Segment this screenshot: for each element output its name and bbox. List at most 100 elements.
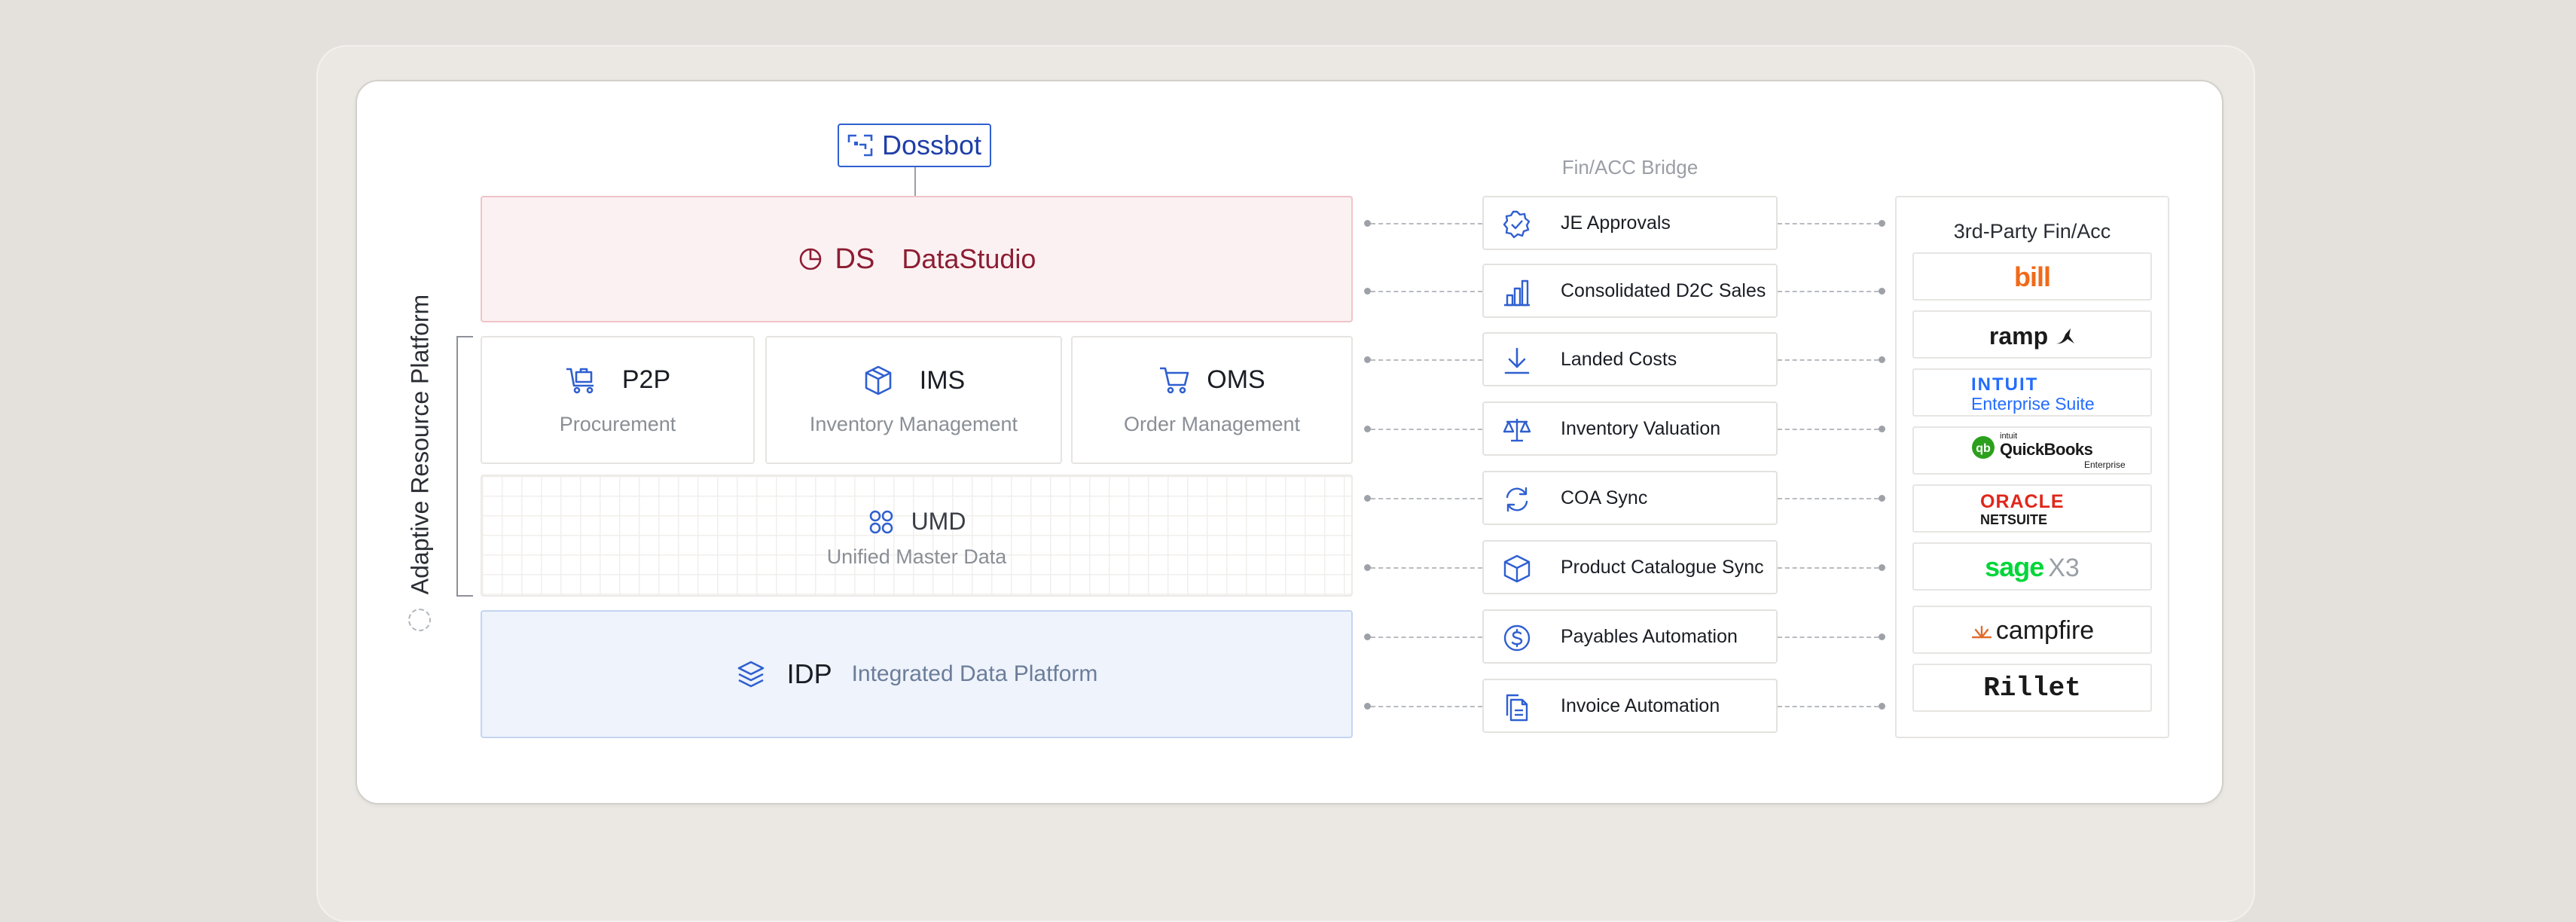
connector-line — [1371, 291, 1482, 292]
vendor-logo-subtext: Enterprise — [2084, 459, 2126, 470]
connector-dot — [1879, 288, 1885, 295]
connector-dot — [1364, 564, 1371, 571]
connector-dot — [1364, 220, 1371, 227]
bridge-item[interactable]: Consolidated D2C Sales — [1482, 264, 1778, 318]
connector-line — [1371, 223, 1482, 224]
connector-line — [1778, 637, 1879, 638]
download-arrow-icon — [1502, 346, 1532, 376]
module-name: Inventory Management — [809, 413, 1018, 435]
bridge-item-label: Payables Automation — [1561, 625, 1738, 647]
connector-dot — [1364, 356, 1371, 363]
connector-dot — [1879, 426, 1885, 432]
datastudio-box[interactable]: DS DataStudio — [481, 196, 1353, 322]
dossbot-icon — [847, 133, 873, 157]
connector-dot — [1879, 633, 1885, 640]
vendor-logo-suffix: X3 — [2048, 554, 2080, 582]
module-abbr: IMS — [919, 365, 966, 395]
bar-chart-icon — [1502, 277, 1532, 307]
vendor-logo-subtext: NETSUITE — [1980, 512, 2048, 527]
vendor-logo-text: INTUIT — [1971, 374, 2039, 395]
connector-line — [1371, 498, 1482, 499]
bridge-item-label: COA Sync — [1561, 487, 1648, 508]
bridge-item[interactable]: JE Approvals — [1482, 196, 1778, 250]
datastudio-name: DataStudio — [902, 243, 1036, 274]
bridge-item[interactable]: COA Sync — [1482, 471, 1778, 525]
connector-dot — [1364, 495, 1371, 502]
vendor-logo-text: sage — [1985, 551, 2044, 582]
vendor-quickbooks[interactable]: qb intuit QuickBooks Enterprise — [1912, 426, 2152, 475]
vendor-oracle-netsuite[interactable]: ORACLE NETSUITE — [1912, 484, 2152, 533]
vendor-bill[interactable]: bill — [1912, 252, 2152, 301]
bridge-item-label: Inventory Valuation — [1561, 417, 1721, 439]
connector-line — [1778, 567, 1879, 569]
connector-line — [1371, 637, 1482, 638]
vendor-logo-text: QuickBooks — [2000, 440, 2093, 459]
documents-icon — [1502, 692, 1532, 722]
connector-line — [1778, 359, 1879, 361]
vendor-ramp[interactable]: ramp — [1912, 310, 2152, 359]
vendor-logo-text: campfire — [1995, 616, 2095, 645]
connector-line — [1778, 223, 1879, 224]
idp-abbr: IDP — [786, 658, 832, 689]
bridge-item[interactable]: Landed Costs — [1482, 332, 1778, 386]
connector-dot — [1364, 288, 1371, 295]
bridge-item[interactable]: Invoice Automation — [1482, 679, 1778, 733]
bridge-item-label: Landed Costs — [1561, 348, 1677, 370]
bridge-item[interactable]: Payables Automation — [1482, 609, 1778, 664]
shopping-cart-icon — [1158, 365, 1190, 395]
vendor-campfire[interactable]: campfire — [1912, 606, 2152, 654]
dossbot-label: Dossbot — [881, 130, 982, 160]
idp-box[interactable]: IDP Integrated Data Platform — [481, 610, 1353, 738]
vendor-panel-title: 3rd-Party Fin/Acc — [1953, 220, 2111, 243]
datastudio-abbr: DS — [835, 243, 875, 275]
vendor-logo-text: ORACLE — [1980, 491, 2065, 512]
vendor-sage[interactable]: sage X3 — [1912, 542, 2152, 591]
connector-dot — [1879, 356, 1885, 363]
box-icon — [1502, 554, 1532, 584]
scale-icon — [1502, 415, 1532, 445]
vendor-logo-text: bill — [2014, 261, 2051, 292]
connector-line — [1778, 706, 1879, 707]
module-ims[interactable]: IMS Inventory Management — [765, 336, 1062, 464]
idp-name: Integrated Data Platform — [851, 661, 1098, 686]
umd-box[interactable]: UMD Unified Master Data — [481, 475, 1353, 597]
module-name: Procurement — [559, 413, 676, 435]
bridge-item[interactable]: Product Catalogue Sync — [1482, 540, 1778, 594]
dossbot-box[interactable]: Dossbot — [838, 124, 991, 167]
vendor-logo-text: ramp — [1988, 322, 2049, 350]
connector-dot — [1364, 633, 1371, 640]
connector-dot — [1879, 564, 1885, 571]
connector-line — [1371, 429, 1482, 430]
connector-dot — [1364, 703, 1371, 710]
connector-dot — [1879, 495, 1885, 502]
module-name: Order Management — [1123, 413, 1301, 435]
connector-line — [1778, 498, 1879, 499]
layers-icon — [736, 659, 766, 689]
badge-check-icon — [1502, 209, 1532, 240]
bridge-item-label: JE Approvals — [1561, 212, 1671, 234]
bridge-item-label: Invoice Automation — [1561, 695, 1720, 716]
dashed-circle-icon — [408, 609, 431, 631]
ramp-logo-icon — [2054, 327, 2075, 347]
connector-line — [1778, 429, 1879, 430]
cart-trolley-icon — [565, 365, 597, 395]
pie-chart-icon — [798, 246, 823, 272]
vendor-logo-text: Rillet — [1983, 673, 2081, 704]
connector-line — [1371, 567, 1482, 569]
sync-icon — [1502, 484, 1532, 514]
bridge-item-label: Consolidated D2C Sales — [1561, 279, 1766, 301]
bridge-item-label: Product Catalogue Sync — [1561, 556, 1764, 578]
connector-dot — [1364, 426, 1371, 432]
four-circles-icon — [868, 508, 895, 536]
platform-label: Adaptive Resource Platform — [406, 294, 434, 595]
vendor-rillet[interactable]: Rillet — [1912, 664, 2152, 712]
campfire-logo-icon — [1970, 621, 1993, 641]
platform-bracket — [456, 336, 473, 597]
bridge-title: Fin/ACC Bridge — [1561, 156, 1699, 179]
module-oms[interactable]: OMS Order Management — [1071, 336, 1353, 464]
connector-line — [1371, 359, 1482, 361]
module-p2p[interactable]: P2P Procurement — [481, 336, 755, 464]
bridge-item[interactable]: Inventory Valuation — [1482, 401, 1778, 456]
vendor-intuit[interactable]: INTUIT Enterprise Suite — [1912, 368, 2152, 417]
umd-name: Unified Master Data — [826, 545, 1007, 568]
